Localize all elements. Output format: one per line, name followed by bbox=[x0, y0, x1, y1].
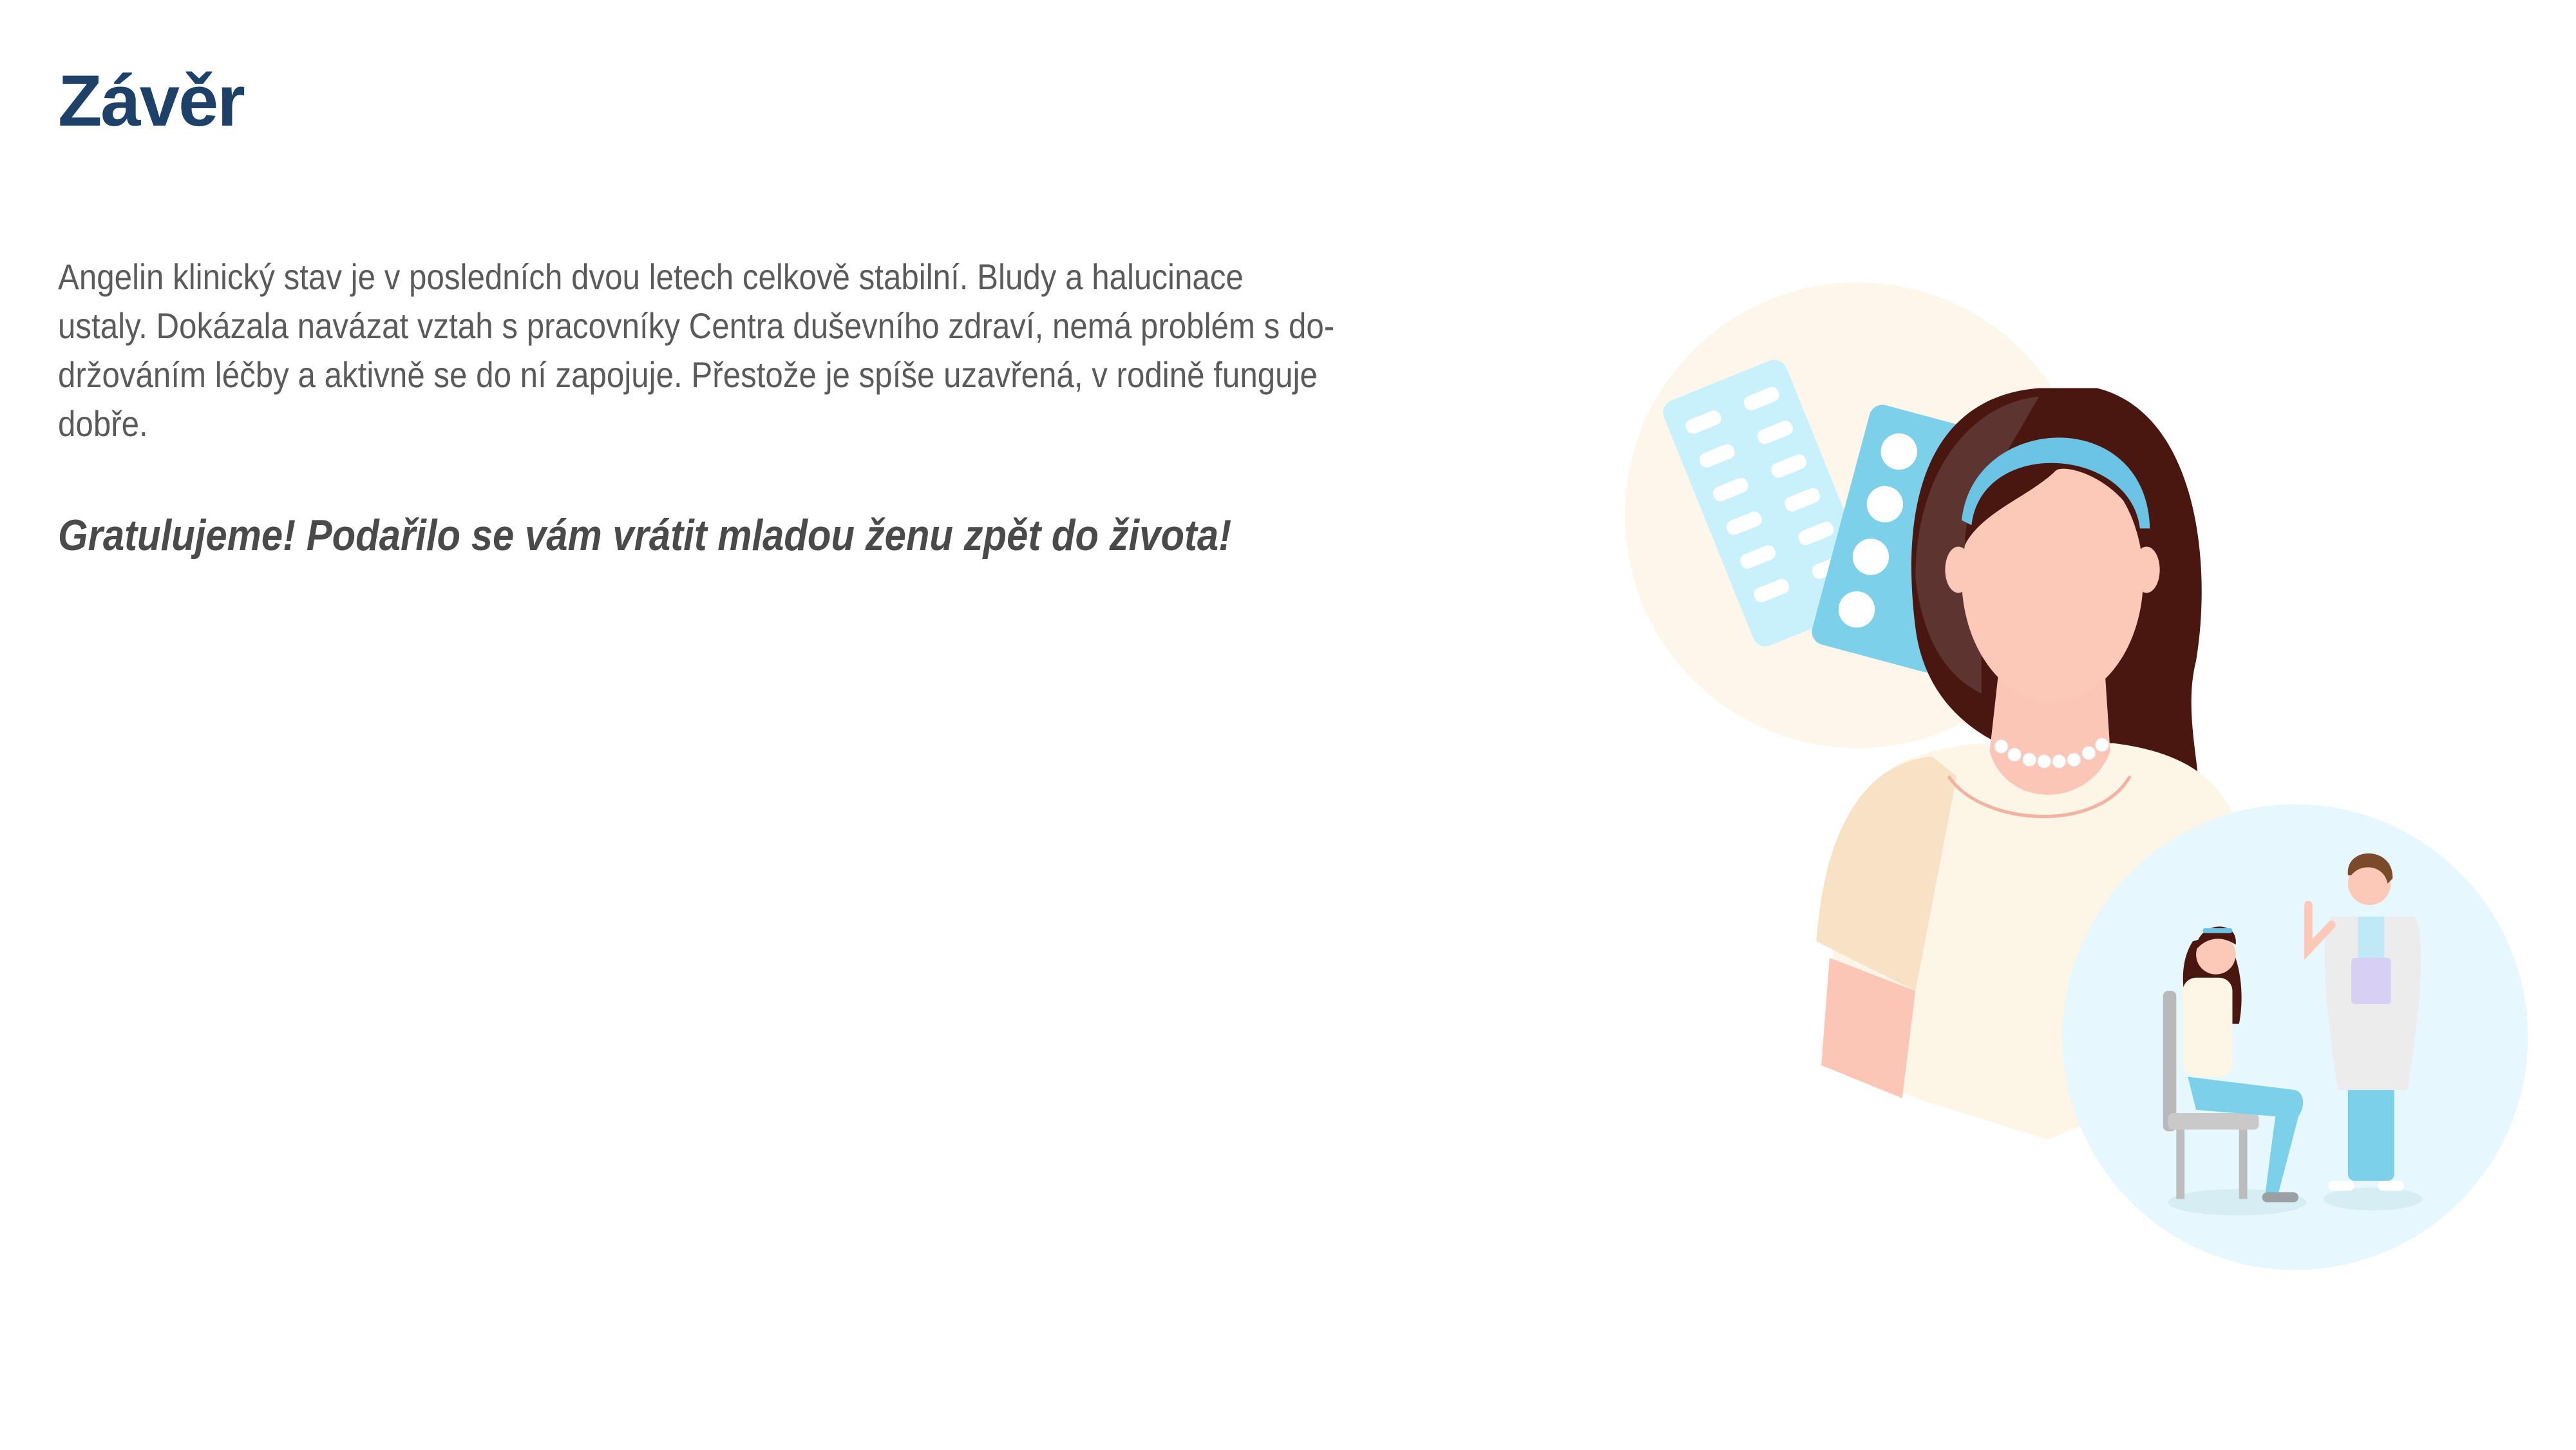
illustration bbox=[1625, 282, 2528, 1270]
